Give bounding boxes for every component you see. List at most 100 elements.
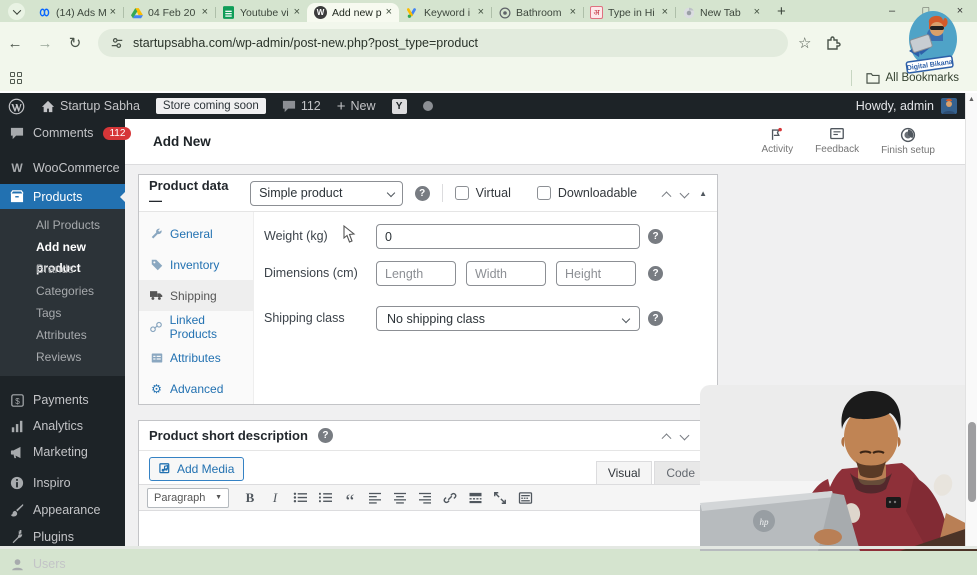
tab-visual[interactable]: Visual [596, 461, 652, 484]
tab-linked-products[interactable]: Linked Products [139, 311, 253, 342]
scrollbar-thumb[interactable] [968, 422, 976, 502]
move-up-icon[interactable] [662, 433, 672, 443]
sidebar-item-appearance[interactable]: Appearance [0, 499, 125, 521]
reload-button[interactable]: ↻ [60, 34, 90, 52]
help-icon[interactable]: ? [318, 428, 333, 443]
tab-inventory[interactable]: Inventory [139, 249, 253, 280]
align-right-button[interactable] [413, 488, 437, 508]
tab-close-icon[interactable]: × [384, 7, 394, 18]
browser-tab-keyword[interactable]: Keyword i × [399, 3, 491, 22]
sidebar-item-tags[interactable]: Tags [0, 303, 125, 324]
finish-setup-button[interactable]: Finish setup [881, 127, 935, 156]
sidebar-item-inspiro[interactable]: Inspiro [0, 472, 125, 494]
browser-tab-bathroom[interactable]: Bathroom × [491, 3, 583, 22]
browser-tab-new-tab[interactable]: New Tab × [675, 3, 767, 22]
help-icon[interactable]: ? [415, 186, 430, 201]
page-scrollbar[interactable]: ▲ [965, 93, 977, 549]
notification-dot[interactable] [415, 93, 441, 119]
tab-close-icon[interactable]: × [108, 7, 118, 18]
italic-button[interactable]: I [263, 488, 287, 508]
browser-tab-ads-manager[interactable]: (14) Ads M × [31, 3, 123, 22]
toolbar-toggle-button[interactable] [513, 488, 537, 508]
browser-tab-drive[interactable]: 04 Feb 20 × [123, 3, 215, 22]
address-bar[interactable]: startupsabha.com/wp-admin/post-new.php?p… [98, 29, 788, 57]
virtual-checkbox[interactable] [455, 186, 469, 200]
scroll-up-arrow[interactable]: ▲ [966, 93, 977, 106]
sidebar-item-products[interactable]: Products [0, 184, 125, 209]
yoast-seo-menu[interactable]: Y [384, 93, 415, 119]
bullet-list-button[interactable] [288, 488, 312, 508]
length-input[interactable] [376, 261, 456, 286]
sidebar-item-all-products[interactable]: All Products [0, 215, 125, 236]
shipping-class-select[interactable]: No shipping class [376, 306, 640, 331]
extensions-icon[interactable] [825, 35, 841, 51]
tab-close-icon[interactable]: × [292, 7, 302, 18]
move-down-icon[interactable] [680, 431, 690, 441]
sidebar-item-reviews[interactable]: Reviews [0, 347, 125, 368]
product-type-select[interactable]: Simple product [250, 181, 403, 206]
numbered-list-button[interactable] [313, 488, 337, 508]
tab-general[interactable]: General [139, 218, 253, 249]
sidebar-item-plugins[interactable]: Plugins [0, 526, 125, 548]
align-left-button[interactable] [363, 488, 387, 508]
sidebar-item-payments[interactable]: $ Payments [0, 389, 125, 411]
feedback-button[interactable]: Feedback [815, 127, 859, 156]
width-input[interactable] [466, 261, 546, 286]
browser-tab-sheets[interactable]: Youtube vi × [215, 3, 307, 22]
profile-avatar[interactable]: Digital Bikana [901, 5, 959, 79]
collapse-toggle-icon[interactable]: ▲ [699, 189, 707, 198]
tab-attributes[interactable]: Attributes [139, 342, 253, 373]
downloadable-checkbox[interactable] [537, 186, 551, 200]
virtual-checkbox-label[interactable]: Virtual [455, 186, 511, 200]
tab-close-icon[interactable]: × [476, 7, 486, 18]
tab-close-icon[interactable]: × [752, 7, 762, 18]
site-name-menu[interactable]: Startup Sabha [33, 93, 148, 119]
downloadable-checkbox-label[interactable]: Downloadable [537, 186, 637, 200]
tab-search-button[interactable] [8, 3, 25, 20]
apps-grid-icon[interactable] [10, 72, 22, 84]
activity-button[interactable]: Activity [761, 127, 793, 156]
blockquote-button[interactable]: “ [338, 488, 362, 508]
tab-close-icon[interactable]: × [200, 7, 210, 18]
new-tab-button[interactable]: + [777, 3, 786, 20]
sidebar-item-analytics[interactable]: Analytics [0, 415, 125, 437]
wp-logo-menu[interactable] [0, 93, 33, 119]
back-button[interactable]: ← [0, 35, 30, 52]
sidebar-item-attributes[interactable]: Attributes [0, 325, 125, 346]
tab-close-icon[interactable]: × [568, 7, 578, 18]
sidebar-item-comments[interactable]: Comments 112 [0, 122, 125, 144]
insert-link-button[interactable] [438, 488, 462, 508]
height-input[interactable] [556, 261, 636, 286]
howdy-account-menu[interactable]: Howdy, admin [856, 98, 965, 114]
sidebar-item-woocommerce[interactable]: W WooCommerce [0, 157, 125, 179]
weight-input[interactable] [376, 224, 640, 249]
help-icon[interactable]: ? [648, 266, 663, 281]
sidebar-item-categories[interactable]: Categories [0, 281, 125, 302]
read-more-tag-button[interactable] [463, 488, 487, 508]
help-icon[interactable]: ? [648, 311, 663, 326]
forward-button[interactable]: → [30, 35, 60, 52]
bookmark-star-icon[interactable]: ☆ [798, 34, 811, 52]
tab-close-icon[interactable]: × [660, 7, 670, 18]
browser-tab-add-new-product[interactable]: W Add new p × [307, 3, 399, 22]
sidebar-item-brands[interactable]: Brands [0, 259, 125, 280]
editor-content-area[interactable] [139, 511, 717, 549]
align-center-button[interactable] [388, 488, 412, 508]
help-icon[interactable]: ? [648, 229, 663, 244]
sidebar-item-users[interactable]: Users [0, 553, 125, 575]
tab-shipping[interactable]: Shipping [139, 280, 253, 311]
paragraph-format-select[interactable]: Paragraph ▼ [147, 488, 229, 508]
bold-button[interactable]: B [238, 488, 262, 508]
new-content-menu[interactable]: + New [329, 93, 384, 119]
tab-advanced[interactable]: ⚙ Advanced [139, 373, 253, 404]
admin-comments-menu[interactable]: 112 [274, 93, 329, 119]
move-up-icon[interactable] [662, 191, 672, 201]
browser-tab-type-hindi[interactable]: अ Type in Hi × [583, 3, 675, 22]
sidebar-item-marketing[interactable]: Marketing [0, 441, 125, 463]
move-down-icon[interactable] [680, 188, 690, 198]
add-media-button[interactable]: Add Media [149, 457, 244, 481]
fullscreen-button[interactable] [488, 488, 512, 508]
coming-soon-badge[interactable]: Store coming soon [148, 93, 274, 119]
sidebar-item-add-new-product[interactable]: Add new product [0, 237, 125, 258]
activity-icon [769, 127, 785, 142]
